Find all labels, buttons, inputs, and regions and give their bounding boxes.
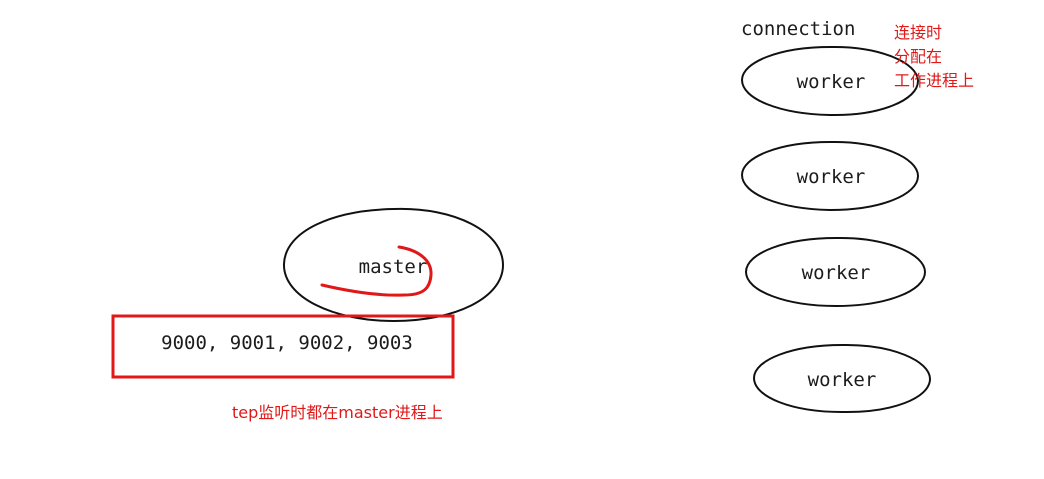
worker-note-line: 工作进程上 xyxy=(894,71,974,90)
master-node: master xyxy=(282,207,504,322)
ports-box: 9000, 9001, 9002, 9003 xyxy=(111,314,455,379)
master-note: tep监听时都在master进程上 xyxy=(232,403,443,422)
worker-note: 连接时 分配在 工作进程上 xyxy=(894,23,974,90)
worker-label: worker xyxy=(797,166,866,188)
connection-header: connection xyxy=(741,18,855,40)
worker-label: worker xyxy=(797,71,866,93)
process-diagram: master 9000, 9001, 9002, 9003 tep监听时都在ma… xyxy=(111,18,974,422)
worker-note-line: 连接时 xyxy=(894,23,942,42)
worker-note-line: 分配在 xyxy=(894,47,942,66)
ports-text: 9000, 9001, 9002, 9003 xyxy=(161,332,413,354)
master-label: master xyxy=(359,256,428,278)
worker-node: worker xyxy=(741,45,919,117)
worker-node: worker xyxy=(753,343,931,414)
worker-label: worker xyxy=(808,369,877,391)
worker-label: worker xyxy=(802,262,871,284)
worker-node: worker xyxy=(741,140,919,211)
worker-node: worker xyxy=(745,236,926,307)
